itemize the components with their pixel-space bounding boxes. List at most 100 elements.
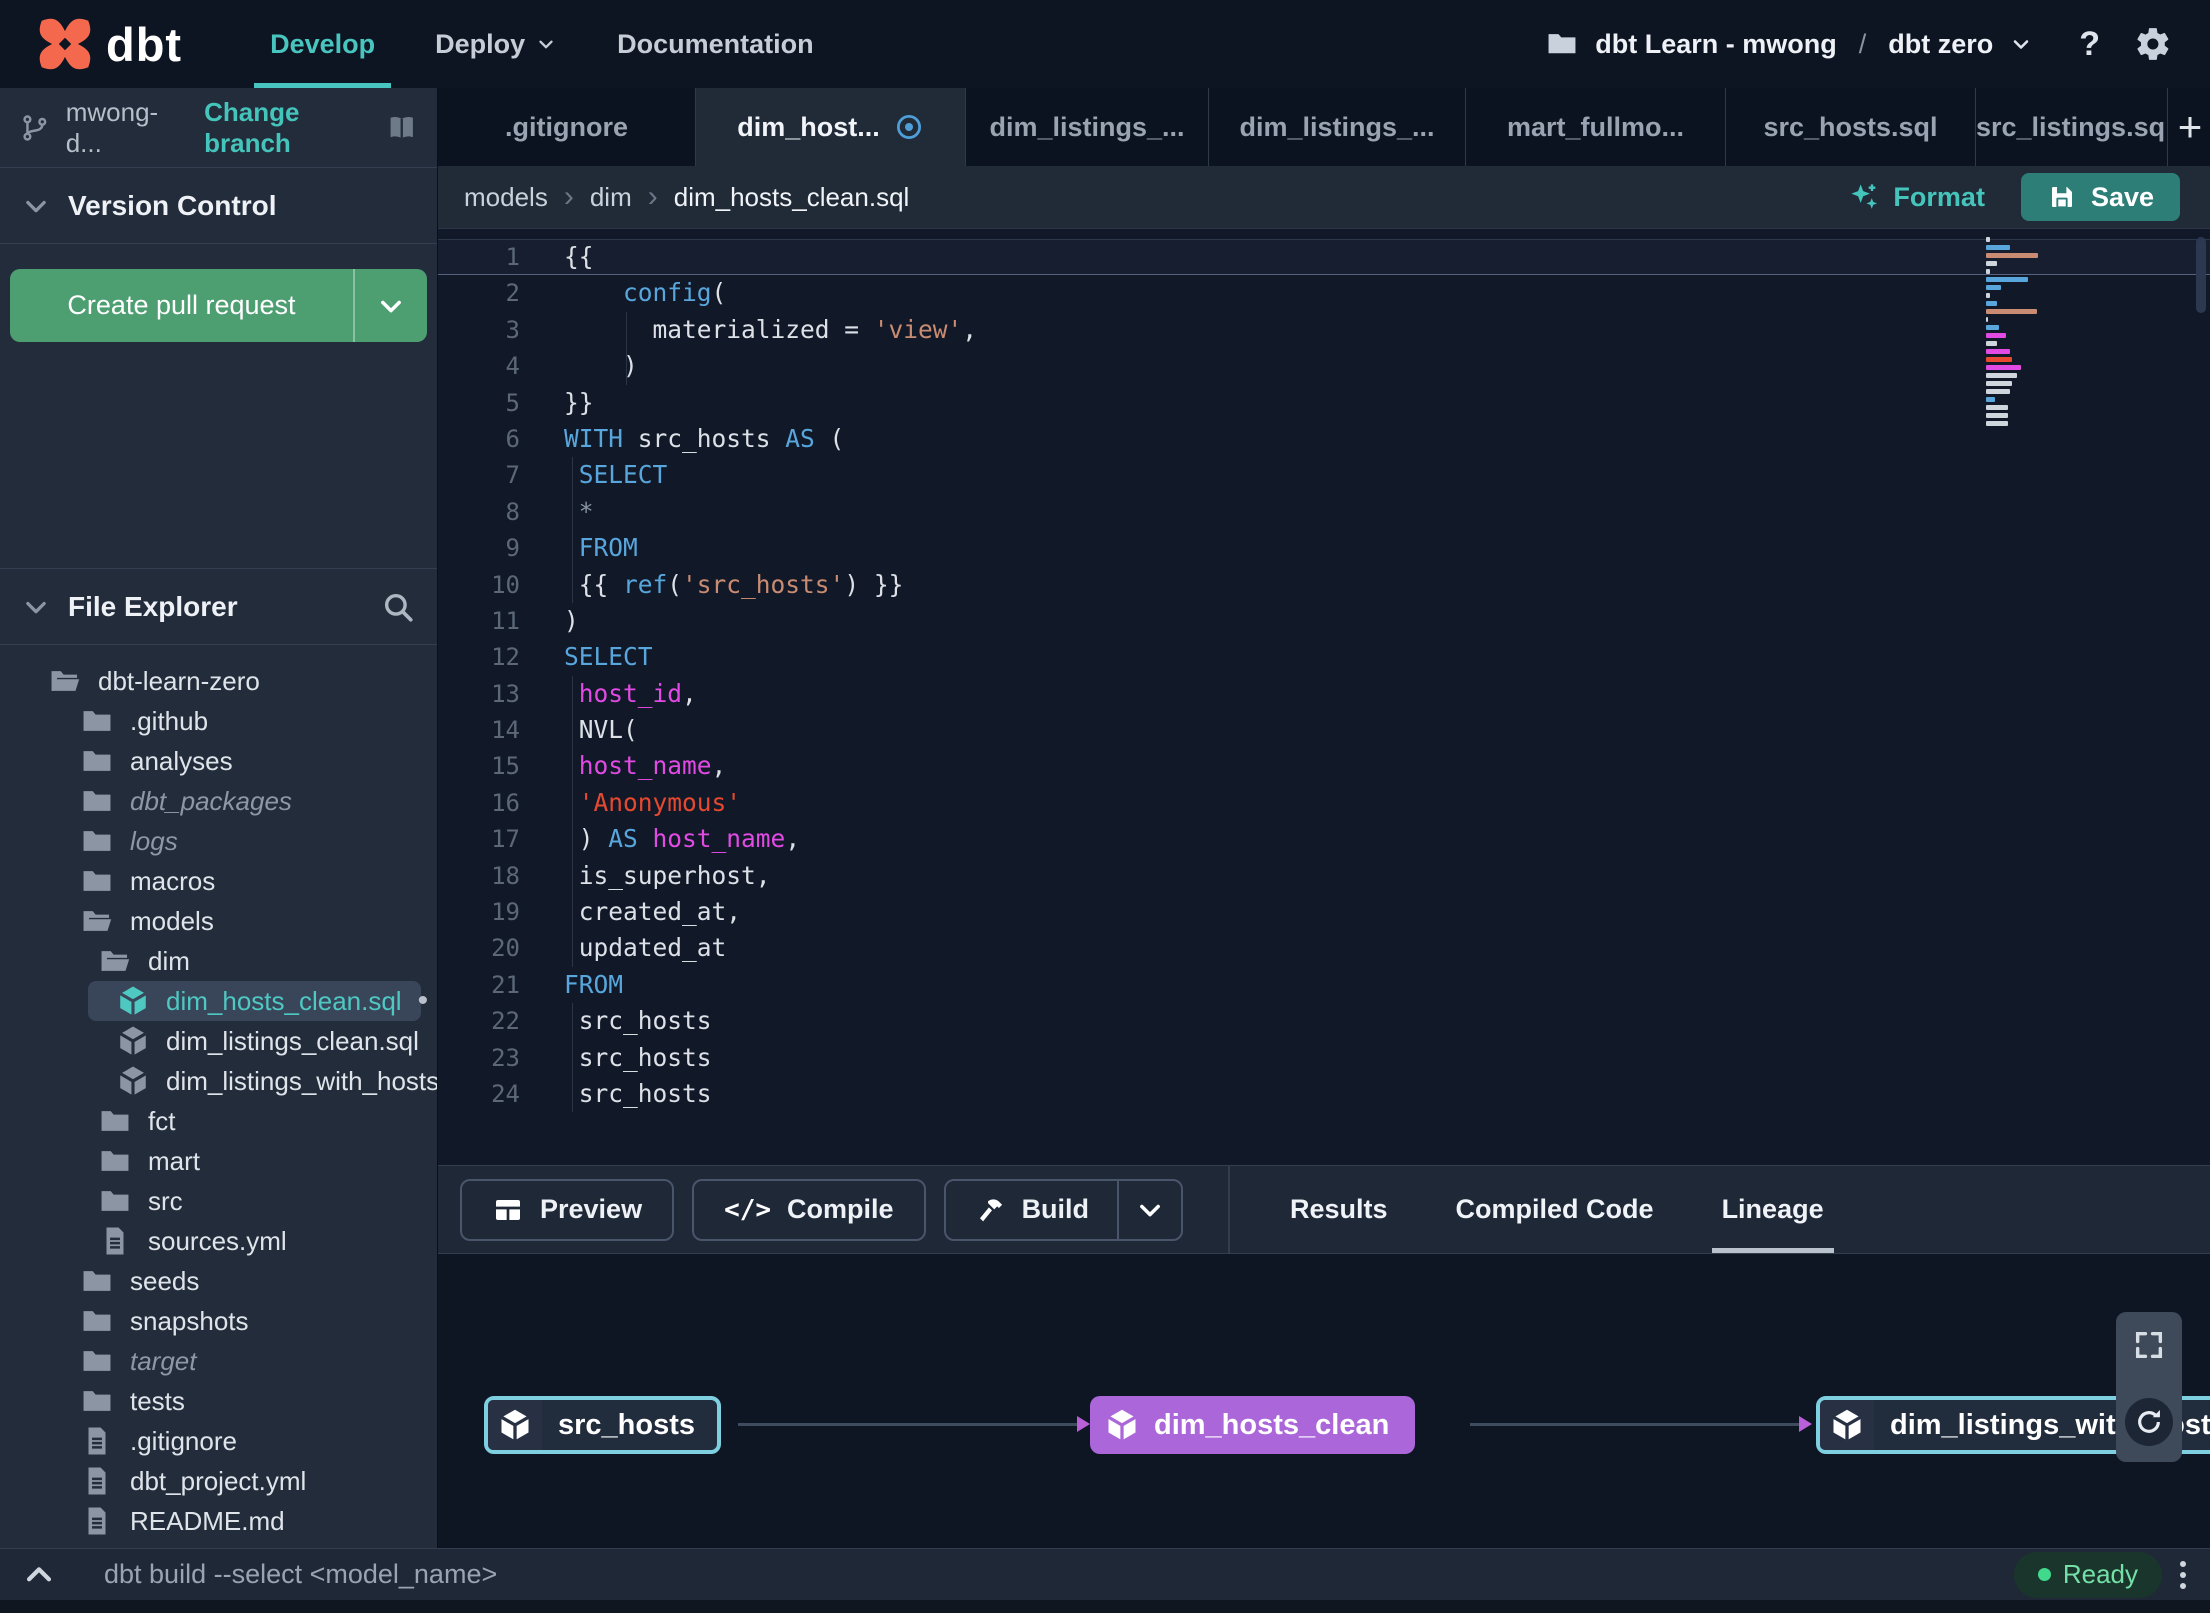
lineage-edge — [738, 1416, 1090, 1432]
code-line-8[interactable]: 8 * — [438, 493, 2210, 531]
file-tree-item-target[interactable]: target — [0, 1341, 437, 1381]
docs-book-icon[interactable] — [386, 110, 417, 146]
editor-tab-dim-host[interactable]: dim_host... — [696, 88, 966, 166]
file-tree-item-dbt-packages[interactable]: dbt_packages — [0, 781, 437, 821]
file-tree-item-analyses[interactable]: analyses — [0, 741, 437, 781]
result-tab-compiled-code[interactable]: Compiled Code — [1422, 1166, 1688, 1253]
code-line-20[interactable]: 20 updated_at — [438, 930, 2210, 967]
code-line-19[interactable]: 19 created_at, — [438, 894, 2210, 931]
result-tab-results[interactable]: Results — [1256, 1166, 1422, 1253]
file-tree-item-dbt-project-yml[interactable]: dbt_project.yml — [0, 1461, 437, 1501]
editor-tab-src-listings-sql[interactable]: src_listings.sql — [1976, 88, 2168, 166]
file-tree-item-logs[interactable]: logs — [0, 821, 437, 861]
gear-icon[interactable] — [2134, 25, 2172, 63]
code-editor[interactable]: 1{{2 config(3 materialized = 'view', 4 ) 5… — [438, 228, 2210, 1165]
code-line-17[interactable]: 17 ) AS host_name, — [438, 821, 2210, 858]
code-line-11[interactable]: 11) — [438, 603, 2210, 639]
build-dropdown-button[interactable] — [1119, 1181, 1181, 1239]
file-tree-item-sources-yml[interactable]: sources.yml — [0, 1221, 437, 1261]
result-tab-lineage[interactable]: Lineage — [1688, 1166, 1858, 1253]
editor-tab-dim-listings[interactable]: dim_listings_... — [966, 88, 1209, 166]
editor-tab-src-hosts-sql[interactable]: src_hosts.sql — [1726, 88, 1976, 166]
build-button[interactable]: Build — [946, 1181, 1118, 1239]
change-branch-link[interactable]: Change branch — [204, 97, 369, 159]
file-tree-item-mart[interactable]: mart — [0, 1141, 437, 1181]
search-icon[interactable] — [381, 590, 415, 624]
code-line-7[interactable]: 7 SELECT — [438, 457, 2210, 494]
nav-item-documentation[interactable]: Documentation — [587, 0, 844, 88]
lineage-node-dim-hosts-clean[interactable]: dim_hosts_clean — [1090, 1396, 1416, 1454]
file-tree-item-dbt-learn-zero[interactable]: dbt-learn-zero — [0, 661, 437, 701]
preview-button[interactable]: Preview — [460, 1178, 675, 1241]
indent-guide — [572, 748, 573, 785]
file-tree-item-src[interactable]: src — [0, 1181, 437, 1221]
code-line-10[interactable]: 10 {{ ref('src_hosts') }} — [438, 566, 2210, 603]
save-button[interactable]: Save — [2020, 173, 2180, 221]
nav-item-deploy[interactable]: Deploy — [405, 0, 587, 88]
code-line-14[interactable]: 14 NVL( — [438, 712, 2210, 749]
code-line-12[interactable]: 12 SELECT — [438, 639, 2210, 675]
chevron-up-icon[interactable] — [22, 1558, 56, 1592]
fullscreen-icon[interactable] — [2132, 1328, 2166, 1362]
code-line-5[interactable]: 5}} — [438, 385, 2210, 421]
pr-dropdown-button[interactable] — [355, 269, 427, 342]
breadcrumb-item-models[interactable]: models — [464, 182, 548, 213]
code-line-9[interactable]: 9 FROM — [438, 530, 2210, 567]
file-tree-item-dim-listings-clean-sql[interactable]: dim_listings_clean.sql — [0, 1021, 437, 1061]
editor-tab-gitignore[interactable]: .gitignore — [438, 88, 696, 166]
kebab-menu-icon[interactable] — [2180, 1560, 2186, 1589]
file-tree-item-gitignore[interactable]: .gitignore — [0, 1421, 437, 1461]
minimap[interactable] — [1986, 237, 2042, 429]
code-line-6[interactable]: 6 WITH src_hosts AS ( — [438, 421, 2210, 457]
minimap-line — [1986, 381, 2013, 386]
compile-button[interactable]: </> Compile — [692, 1178, 926, 1241]
file-tree-item-dim-listings-with-hosts[interactable]: dim_listings_with_hosts... — [0, 1061, 437, 1101]
code-line-2[interactable]: 2 config( — [438, 275, 2210, 311]
code-line-15[interactable]: 15 host_name, — [438, 748, 2210, 785]
editor-scrollbar[interactable] — [2196, 237, 2206, 313]
version-control-header[interactable]: Version Control — [0, 168, 437, 244]
minimap-line — [1986, 245, 2011, 250]
environment-name[interactable]: dbt zero — [1888, 29, 1993, 60]
code-line-1[interactable]: 1 {{ — [438, 239, 2210, 276]
code-line-18[interactable]: 18 is_superhost, — [438, 857, 2210, 895]
file-tree-item-github[interactable]: .github — [0, 701, 437, 741]
new-tab-button[interactable]: + — [2168, 88, 2210, 166]
code-line-22[interactable]: 22 src_hosts — [438, 1003, 2210, 1040]
nav-item-develop[interactable]: Develop — [240, 0, 405, 88]
lineage-panel[interactable]: src_hosts dim_hosts_clean dim_listings_w… — [438, 1253, 2210, 1548]
file-tree-item-models[interactable]: models — [0, 901, 437, 941]
file-label: .gitignore — [130, 1425, 237, 1456]
command-text[interactable]: dbt build --select <model_name> — [104, 1559, 497, 1590]
file-tree-item-seeds[interactable]: seeds — [0, 1261, 437, 1301]
file-tree-item-dim[interactable]: dim — [0, 941, 437, 981]
code-line-21[interactable]: 21 FROM — [438, 967, 2210, 1003]
file-tree-item-dim-hosts-clean-sql[interactable]: dim_hosts_clean.sql • — [88, 981, 428, 1021]
create-pull-request-button[interactable]: Create pull request — [10, 269, 427, 342]
chevron-down-icon[interactable] — [2009, 32, 2033, 56]
refresh-button[interactable] — [2125, 1398, 2173, 1446]
dbt-logo[interactable]: dbt — [34, 0, 182, 88]
help-icon[interactable]: ? — [2079, 25, 2100, 64]
file-tree-item-snapshots[interactable]: snapshots — [0, 1301, 437, 1341]
editor-tab-mart-fullmo[interactable]: mart_fullmo... — [1466, 88, 1726, 166]
project-name[interactable]: dbt Learn - mwong — [1595, 29, 1836, 60]
code-line-24[interactable]: 24 src_hosts — [438, 1075, 2210, 1113]
file-tree-item-fct[interactable]: fct — [0, 1101, 437, 1141]
code-line-13[interactable]: 13 host_id, — [438, 675, 2210, 713]
format-button[interactable]: Format — [1848, 181, 1985, 213]
file-tree-item-tests[interactable]: tests — [0, 1381, 437, 1421]
line-number: 23 — [491, 1043, 520, 1072]
line-number: 6 — [505, 424, 520, 453]
code-line-3[interactable]: 3 materialized = 'view', — [438, 311, 2210, 349]
editor-tab-dim-listings[interactable]: dim_listings_... — [1209, 88, 1466, 166]
file-tree-item-macros[interactable]: macros — [0, 861, 437, 901]
code-line-23[interactable]: 23 src_hosts — [438, 1039, 2210, 1076]
code-line-16[interactable]: 16 'Anonymous' — [438, 784, 2210, 822]
file-explorer-header[interactable]: File Explorer — [0, 568, 437, 645]
file-tree-item-readme-md[interactable]: README.md — [0, 1501, 437, 1541]
breadcrumb-item-dim[interactable]: dim — [590, 182, 632, 213]
lineage-node-src-hosts[interactable]: src_hosts — [484, 1396, 722, 1454]
code-line-4[interactable]: 4 ) — [438, 348, 2210, 385]
breadcrumb-item-dim-hosts-clean-sql[interactable]: dim_hosts_clean.sql — [674, 182, 910, 213]
